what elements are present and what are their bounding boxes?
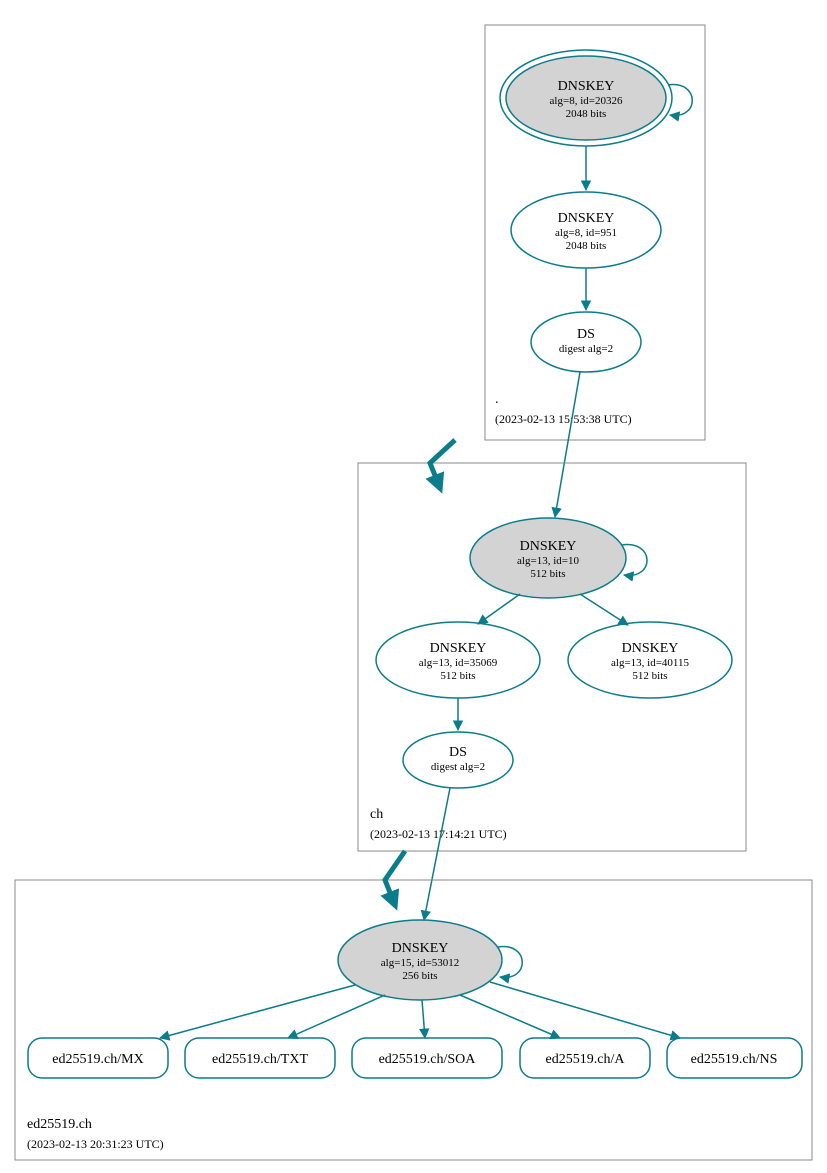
zone-label-root: . bbox=[495, 392, 499, 407]
node-root-zsk: DNSKEY alg=8, id=951 2048 bits bbox=[511, 192, 661, 268]
node-root-ds: DS digest alg=2 bbox=[531, 312, 641, 372]
node-rr-soa: ed25519.ch/SOA bbox=[352, 1038, 502, 1078]
edge-ch-ksk-to-zsk1 bbox=[478, 594, 520, 624]
node-rr-txt: ed25519.ch/TXT bbox=[185, 1038, 335, 1078]
root-ds-title: DS bbox=[577, 327, 595, 342]
rr-soa-label: ed25519.ch/SOA bbox=[379, 1052, 477, 1067]
root-zsk-title: DNSKEY bbox=[558, 211, 615, 226]
node-ch-zsk2: DNSKEY alg=13, id=40115 512 bits bbox=[568, 622, 732, 698]
root-ksk-title: DNSKEY bbox=[558, 79, 615, 94]
leaf-ksk-title: DNSKEY bbox=[392, 941, 449, 956]
node-root-ksk: DNSKEY alg=8, id=20326 2048 bits bbox=[500, 50, 672, 146]
edge-leaf-to-a bbox=[460, 995, 560, 1038]
ch-zsk1-line3: 512 bits bbox=[440, 670, 475, 682]
edge-leaf-to-mx bbox=[160, 985, 355, 1038]
edge-root-ds-to-ch-ksk bbox=[555, 372, 580, 517]
edge-leaf-to-soa bbox=[422, 1000, 425, 1038]
zone-timestamp-leaf: (2023-02-13 20:31:23 UTC) bbox=[27, 1137, 164, 1151]
leaf-ksk-line3: 256 bits bbox=[402, 970, 437, 982]
ch-zsk2-title: DNSKEY bbox=[622, 641, 679, 656]
ch-zsk2-line3: 512 bits bbox=[632, 670, 667, 682]
rr-mx-label: ed25519.ch/MX bbox=[52, 1052, 143, 1067]
ch-ksk-line3: 512 bits bbox=[530, 568, 565, 580]
edge-ch-ds-to-leaf-ksk bbox=[424, 788, 450, 920]
node-ch-ksk: DNSKEY alg=13, id=10 512 bits bbox=[470, 518, 626, 598]
zone-label-ch: ch bbox=[370, 807, 383, 822]
root-ksk-line2: alg=8, id=20326 bbox=[550, 95, 623, 107]
zone-label-leaf: ed25519.ch bbox=[27, 1117, 92, 1132]
rr-a-label: ed25519.ch/A bbox=[546, 1052, 626, 1067]
rr-ns-label: ed25519.ch/NS bbox=[691, 1052, 778, 1067]
root-zsk-line3: 2048 bits bbox=[566, 240, 607, 252]
root-ksk-line3: 2048 bits bbox=[566, 108, 607, 120]
ch-zsk1-title: DNSKEY bbox=[430, 641, 487, 656]
node-rr-a: ed25519.ch/A bbox=[520, 1038, 650, 1078]
ch-ds-line2: digest alg=2 bbox=[431, 761, 485, 773]
node-ch-ds: DS digest alg=2 bbox=[403, 732, 513, 788]
ch-ksk-line2: alg=13, id=10 bbox=[517, 555, 579, 567]
zone-timestamp-ch: (2023-02-13 17:14:21 UTC) bbox=[370, 827, 507, 841]
node-leaf-ksk: DNSKEY alg=15, id=53012 256 bits bbox=[338, 920, 502, 1000]
root-ds-line2: digest alg=2 bbox=[559, 343, 613, 355]
edge-leaf-to-ns bbox=[490, 982, 680, 1038]
ch-zsk2-line2: alg=13, id=40115 bbox=[611, 657, 689, 669]
node-rr-mx: ed25519.ch/MX bbox=[28, 1038, 168, 1078]
edge-ch-ksk-to-zsk2 bbox=[580, 594, 628, 625]
edge-leaf-to-txt bbox=[288, 995, 385, 1038]
ch-ds-title: DS bbox=[449, 745, 467, 760]
leaf-ksk-line2: alg=15, id=53012 bbox=[381, 957, 459, 969]
root-zsk-line2: alg=8, id=951 bbox=[555, 227, 617, 239]
edge-root-to-ch-zone bbox=[430, 440, 455, 488]
rr-txt-label: ed25519.ch/TXT bbox=[212, 1052, 308, 1067]
ch-ksk-title: DNSKEY bbox=[520, 539, 577, 554]
node-ch-zsk1: DNSKEY alg=13, id=35069 512 bits bbox=[376, 622, 540, 698]
zone-timestamp-root: (2023-02-13 15:53:38 UTC) bbox=[495, 412, 632, 426]
edge-ch-to-leaf-zone bbox=[385, 851, 405, 905]
node-rr-ns: ed25519.ch/NS bbox=[667, 1038, 802, 1078]
dnssec-diagram: . (2023-02-13 15:53:38 UTC) DNSKEY alg=8… bbox=[0, 0, 827, 1173]
ch-zsk1-line2: alg=13, id=35069 bbox=[419, 657, 498, 669]
